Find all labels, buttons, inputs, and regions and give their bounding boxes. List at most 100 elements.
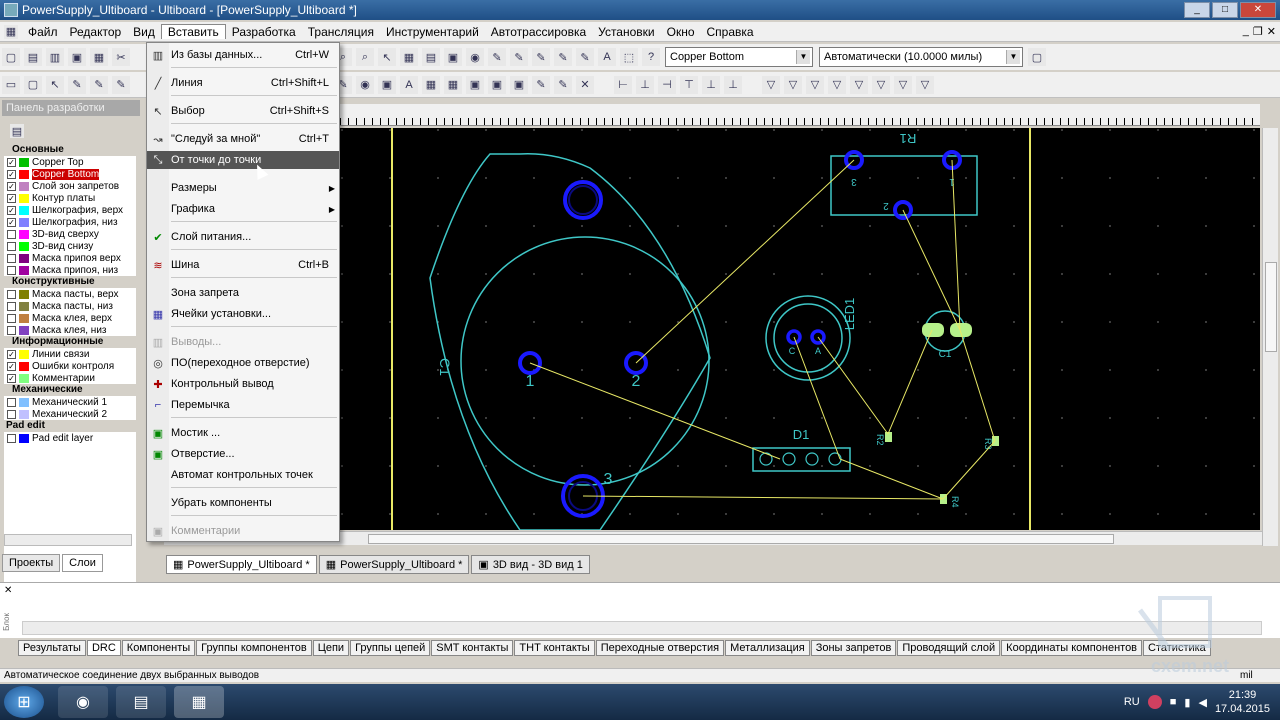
checkbox[interactable]: ✓ (7, 349, 16, 359)
route5-icon[interactable]: ✎ (576, 48, 594, 66)
component-icon[interactable]: ▣ (444, 48, 462, 66)
checkbox[interactable]: ✓ (7, 157, 16, 167)
checkbox[interactable]: ✓ (7, 205, 16, 215)
horizontal-scroll-thumb[interactable] (368, 534, 1114, 544)
menu-item-graphics[interactable]: Графика ▶ (147, 200, 339, 218)
layer-row[interactable]: ✓ Copper Bottom (4, 168, 136, 180)
tab-smt-pads[interactable]: SMT контакты (431, 640, 514, 656)
green2-icon[interactable]: ▣ (488, 75, 506, 94)
grid3-icon[interactable]: ▦ (444, 75, 462, 94)
menu-item-pins[interactable]: ▥ Выводы... (147, 333, 339, 351)
tab-component-groups[interactable]: Группы компонентов (196, 640, 312, 656)
menu-item-remove-components[interactable]: Убрать компоненты (147, 494, 339, 512)
clock[interactable]: 21:39 17.04.2015 (1215, 688, 1270, 716)
checkbox[interactable] (7, 325, 16, 335)
select-icon[interactable]: ↖ (378, 48, 396, 66)
menu-item-hole[interactable]: ▣ Отверстие... (147, 445, 339, 463)
tab-pcb-1[interactable]: ▦ PowerSupply_Ultiboard * (166, 555, 317, 574)
menu-item-placement-cells[interactable]: ▦ Ячейки установки... (147, 305, 339, 323)
vertical-scrollbar[interactable] (1262, 128, 1278, 546)
checkbox[interactable] (7, 397, 16, 407)
layer-row[interactable]: ✓ Контур платы (4, 192, 136, 204)
menu-design[interactable]: Разработка (226, 25, 302, 39)
volume-icon[interactable]: ◀ (1198, 696, 1206, 709)
menu-item-auto-test-points[interactable]: Автомат контрольных точек (147, 466, 339, 484)
mdi-restore-button[interactable]: ❐ (1253, 25, 1263, 38)
stop-icon[interactable]: ■ (1170, 696, 1177, 708)
menu-autoroute[interactable]: Автотрассировка (485, 25, 592, 39)
layer-row[interactable]: ✓ Copper Top (4, 156, 136, 168)
route3-icon[interactable]: ✎ (532, 48, 550, 66)
align-icon[interactable]: ▭ (2, 75, 20, 94)
new-file-icon[interactable]: ▢ (2, 48, 20, 66)
vertical-scroll-thumb[interactable] (1265, 262, 1277, 352)
filter8-icon[interactable]: ▽ (916, 75, 934, 94)
route-icon[interactable]: ✎ (488, 48, 506, 66)
c1-smd-pad[interactable] (922, 323, 944, 337)
layer-row[interactable]: ✓ Шелкография, верх (4, 204, 136, 216)
layer-row[interactable]: Маска припоя верх (4, 252, 136, 264)
folder-icon[interactable]: ▤ (116, 686, 166, 718)
menu-item-keepout-zone[interactable]: Зона запрета (147, 284, 339, 302)
filter7-icon[interactable]: ▽ (894, 75, 912, 94)
pen-icon[interactable]: ✎ (68, 75, 86, 94)
tab-pcb-2[interactable]: ▦ PowerSupply_Ultiboard * (318, 555, 470, 574)
minimize-button[interactable]: _ (1184, 2, 1210, 18)
panel-scrollbar[interactable] (4, 534, 132, 546)
route4-icon[interactable]: ✎ (554, 48, 572, 66)
browser-icon[interactable]: ◉ (58, 686, 108, 718)
layer-row[interactable]: Маска клея, верх (4, 312, 136, 324)
menu-transfer[interactable]: Трансляция (302, 25, 380, 39)
mdi-minimize-button[interactable]: _ (1243, 25, 1249, 38)
menu-help[interactable]: Справка (701, 25, 760, 39)
menu-item-point-to-point[interactable]: ⤡ От точки до точки (147, 151, 339, 169)
menu-item-comments[interactable]: ▣ Комментарии (147, 522, 339, 540)
layer-row[interactable]: Маска припоя, низ (4, 264, 136, 276)
checkbox[interactable] (7, 265, 16, 275)
brush-icon[interactable]: ✎ (532, 75, 550, 94)
add-icon[interactable]: ▣ (378, 75, 396, 94)
tab-vias[interactable]: Переходные отверстия (595, 640, 725, 656)
menu-item-from-db[interactable]: ▥ Из базы данных... Ctrl+W (147, 46, 339, 64)
filter4-icon[interactable]: ▽ (828, 75, 846, 94)
checkbox[interactable] (7, 409, 16, 419)
checkbox[interactable] (7, 253, 16, 263)
green3-icon[interactable]: ▣ (510, 75, 528, 94)
tab-copper-layer[interactable]: Проводящий слой (897, 640, 1001, 656)
align-bot-icon[interactable]: ⊥ (724, 75, 742, 94)
erase-icon[interactable]: ✕ (576, 75, 594, 94)
tab-copper-areas[interactable]: Металлизация (725, 640, 810, 656)
rect-select-icon[interactable]: ⬚ (620, 48, 638, 66)
open-folder-icon[interactable]: ▥ (46, 48, 64, 66)
text2-icon[interactable]: A (400, 75, 418, 94)
menu-tools[interactable]: Инструментарий (380, 25, 485, 39)
checkbox[interactable]: ✓ (7, 361, 16, 371)
maximize-button[interactable]: □ (1212, 2, 1238, 18)
tab-keepouts[interactable]: Зоны запретов (810, 640, 897, 656)
layer-row[interactable]: ✓ Комментарии (4, 372, 136, 384)
layer-row[interactable]: Механический 2 (4, 408, 136, 420)
menu-item-test-point[interactable]: ✚ Контрольный вывод (147, 375, 339, 393)
menu-edit[interactable]: Редактор (64, 25, 128, 39)
c1-smd-pad[interactable] (950, 323, 972, 337)
filter6-icon[interactable]: ▽ (872, 75, 890, 94)
menu-insert[interactable]: Вставить (160, 24, 226, 39)
grid-icon[interactable]: ▦ (400, 48, 418, 66)
filter5-icon[interactable]: ▽ (850, 75, 868, 94)
layer-row[interactable]: Механический 1 (4, 396, 136, 408)
menu-item-dimensions[interactable]: Размеры ▶ (147, 179, 339, 197)
layer-row[interactable]: ✓ Шелкография, низ (4, 216, 136, 228)
menu-item-via[interactable]: ◎ ПО(переходное отверстие) (147, 354, 339, 372)
layer-row[interactable]: Маска пасты, низ (4, 300, 136, 312)
frame-icon[interactable]: ▢ (24, 75, 42, 94)
align-center-icon[interactable]: ⊥ (636, 75, 654, 94)
pcb-canvas[interactable]: 1 2 3 C1 R1 3 1 2 C A LED1 C1 D1 R2 R3 R… (340, 128, 1260, 530)
print-icon[interactable]: ▦ (90, 48, 108, 66)
menu-file[interactable]: Файл (22, 25, 64, 39)
pen3-icon[interactable]: ✎ (112, 75, 130, 94)
grid2-icon[interactable]: ▦ (422, 75, 440, 94)
tab-components[interactable]: Компоненты (121, 640, 196, 656)
checkbox[interactable]: ✓ (7, 181, 16, 191)
align-right-icon[interactable]: ⊣ (658, 75, 676, 94)
checkbox[interactable]: ✓ (7, 217, 16, 227)
